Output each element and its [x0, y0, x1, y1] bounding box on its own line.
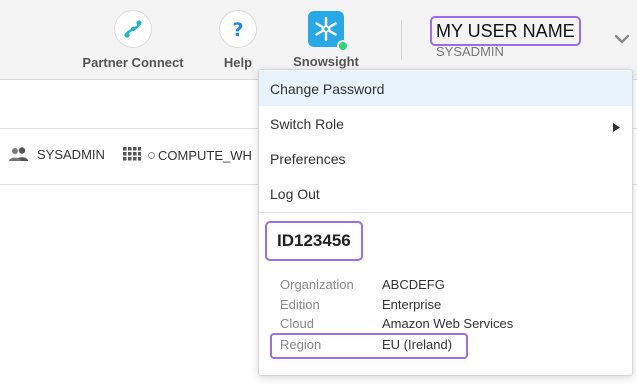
- user-name[interactable]: MY USER NAME: [430, 16, 581, 46]
- detail-value: Amazon Web Services: [382, 316, 514, 331]
- detail-label: Cloud: [280, 316, 314, 331]
- menu-item-preferences[interactable]: Preferences: [259, 141, 632, 176]
- menu-separator: [259, 212, 632, 213]
- help-icon: ?: [219, 10, 257, 48]
- top-bar: Partner Connect ? Help Snowsight MY USER…: [0, 0, 637, 80]
- menu-item-log-out[interactable]: Log Out: [259, 176, 632, 211]
- user-role: SYSADMIN: [436, 44, 504, 59]
- detail-value: EU (Ireland): [382, 337, 453, 352]
- snowsight-label: Snowsight: [293, 54, 359, 69]
- role-label: SYSADMIN: [37, 146, 105, 162]
- detail-label: Organization: [280, 277, 354, 292]
- warehouse-status-icon: [148, 151, 155, 159]
- help-label: Help: [223, 55, 253, 70]
- warehouse-grid-icon: [122, 146, 142, 164]
- svg-text:?: ?: [232, 19, 243, 40]
- submenu-arrow-icon: [613, 119, 620, 135]
- warehouse-label: COMPUTE_WH: [158, 147, 252, 163]
- snowsight-button[interactable]: Snowsight: [288, 0, 364, 80]
- topbar-divider: [401, 20, 402, 60]
- menu-item-label: Change Password: [270, 80, 385, 97]
- role-selector[interactable]: SYSADMIN: [8, 146, 105, 162]
- partner-connect-label: Partner Connect: [82, 55, 184, 70]
- partner-connect-button[interactable]: Partner Connect: [78, 0, 188, 80]
- detail-label: Region: [280, 337, 322, 352]
- account-id: ID123456: [265, 221, 363, 261]
- help-button[interactable]: ? Help: [212, 0, 264, 80]
- menu-item-change-password[interactable]: Change Password: [259, 71, 632, 106]
- partner-connect-icon: [114, 10, 152, 48]
- menu-item-label: Switch Role: [270, 115, 344, 132]
- detail-value: ABCDEFG: [382, 277, 445, 292]
- warehouse-selector[interactable]: COMPUTE_WH: [122, 146, 252, 164]
- menu-item-label: Log Out: [270, 185, 320, 202]
- detail-label: Edition: [280, 297, 320, 312]
- role-users-icon: [8, 146, 30, 162]
- status-dot: [337, 40, 349, 52]
- detail-value: Enterprise: [382, 297, 442, 312]
- chevron-down-icon[interactable]: [613, 32, 631, 51]
- menu-item-label: Preferences: [270, 150, 346, 167]
- user-dropdown-menu: Change Password Switch Role Preferences …: [258, 69, 633, 376]
- snowsight-icon: [308, 11, 349, 52]
- menu-item-switch-role[interactable]: Switch Role: [259, 106, 632, 141]
